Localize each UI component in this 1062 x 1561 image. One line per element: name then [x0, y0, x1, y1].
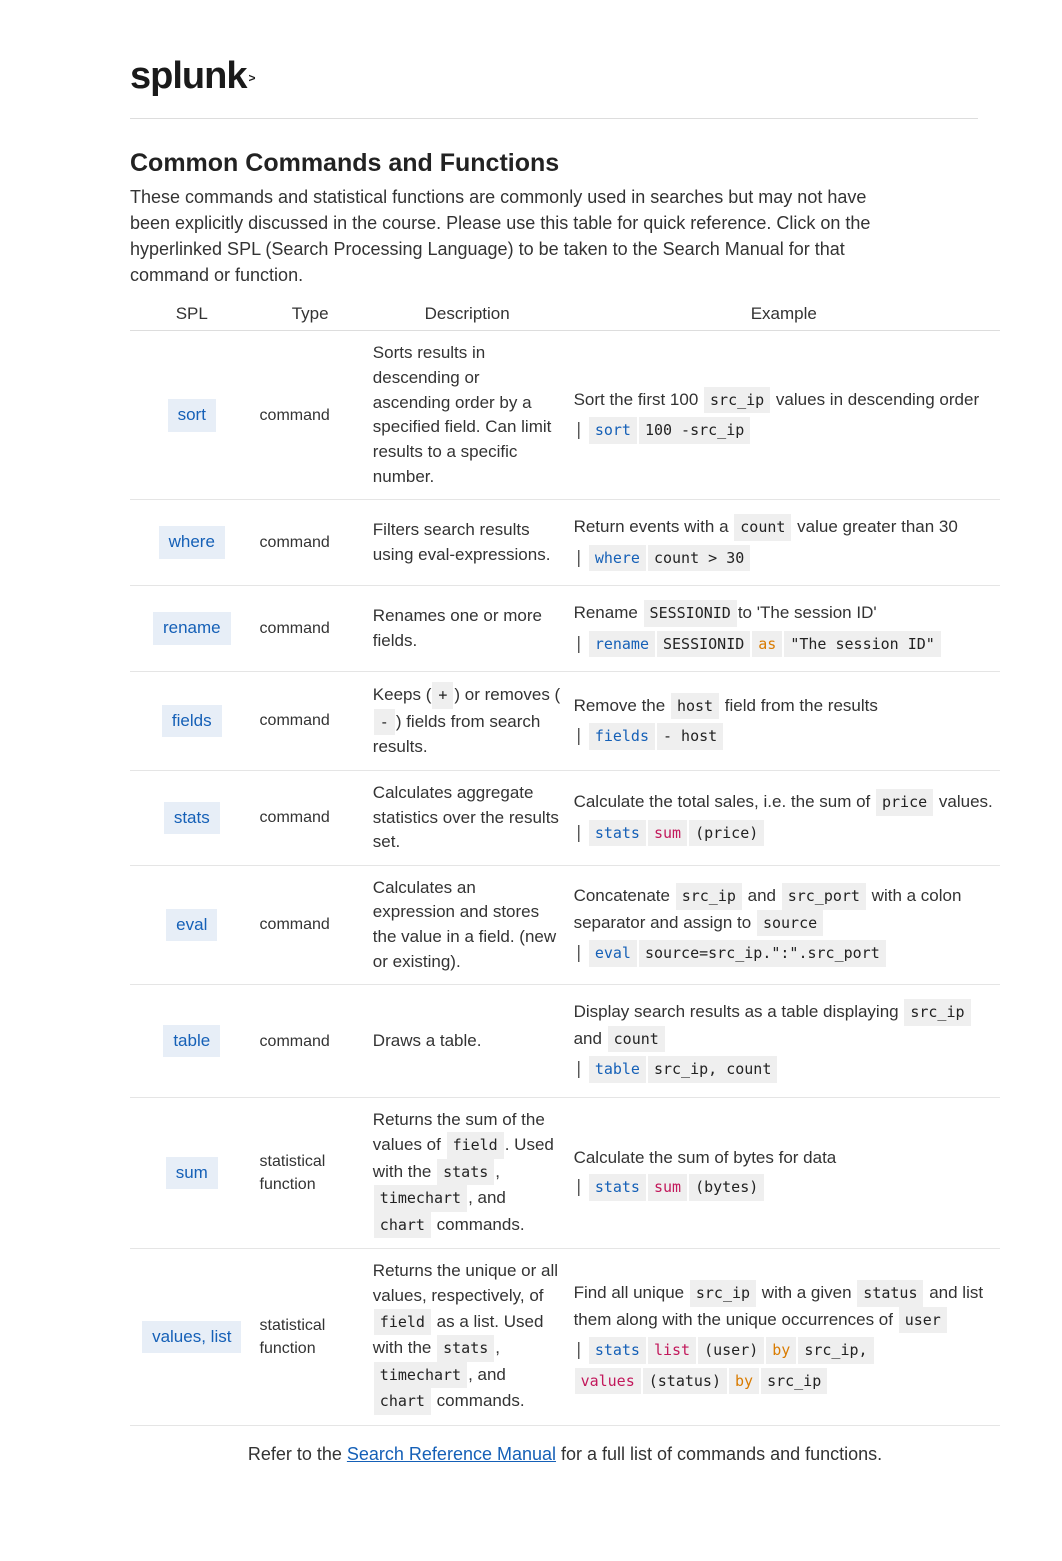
example-cell: Find all unique src_ip with a given stat…	[568, 1249, 1000, 1425]
reference-table: SPL Type Description Example sort command…	[130, 298, 1000, 1425]
spl-link-sum[interactable]: sum	[166, 1157, 218, 1190]
description-cell: Keeps (+) or removes (-) fields from sea…	[367, 672, 568, 771]
description-cell: Sorts results in descending or ascending…	[367, 331, 568, 500]
table-row: table commandDraws a table.Display search…	[130, 985, 1000, 1098]
description-cell: Returns the unique or all values, respec…	[367, 1249, 568, 1425]
example-cell: Concatenate src_ip and src_port with a c…	[568, 865, 1000, 985]
description-cell: Filters search results using eval-expres…	[367, 500, 568, 586]
col-type: Type	[254, 298, 367, 331]
spl-link-eval[interactable]: eval	[166, 909, 217, 942]
description-cell: Draws a table.	[367, 985, 568, 1098]
type-cell: command	[254, 985, 367, 1098]
example-cell: Sort the first 100 src_ip values in desc…	[568, 331, 1000, 500]
table-row: sum statistical functionReturns the sum o…	[130, 1097, 1000, 1249]
type-cell: statistical function	[254, 1097, 367, 1249]
footer-text: Refer to the Search Reference Manual for…	[130, 1444, 1000, 1465]
table-header-row: SPL Type Description Example	[130, 298, 1000, 331]
type-cell: command	[254, 672, 367, 771]
type-cell: command	[254, 865, 367, 985]
example-cell: Display search results as a table displa…	[568, 985, 1000, 1098]
type-cell: command	[254, 331, 367, 500]
col-spl: SPL	[130, 298, 254, 331]
col-desc: Description	[367, 298, 568, 331]
table-row: eval commandCalculates an expression and …	[130, 865, 1000, 985]
example-cell: Return events with a count value greater…	[568, 500, 1000, 586]
spl-link-rename[interactable]: rename	[153, 612, 231, 645]
table-row: sort commandSorts results in descending o…	[130, 331, 1000, 500]
brand-logo: splunk>	[130, 55, 1010, 98]
page-title: Common Commands and Functions	[130, 149, 1010, 178]
intro-text: These commands and statistical functions…	[130, 184, 890, 288]
example-cell: Rename SESSIONIDto 'The session ID'| ren…	[568, 586, 1000, 672]
table-row: fields commandKeeps (+) or removes (-) fi…	[130, 672, 1000, 771]
spl-link-stats[interactable]: stats	[164, 802, 220, 835]
type-cell: command	[254, 586, 367, 672]
description-cell: Returns the sum of the values of field. …	[367, 1097, 568, 1249]
example-cell: Calculate the sum of bytes for data| sta…	[568, 1097, 1000, 1249]
type-cell: statistical function	[254, 1249, 367, 1425]
type-cell: command	[254, 500, 367, 586]
table-row: stats commandCalculates aggregate statist…	[130, 770, 1000, 865]
table-row: rename commandRenames one or more fields.…	[130, 586, 1000, 672]
type-cell: command	[254, 770, 367, 865]
spl-link-sort[interactable]: sort	[168, 399, 216, 432]
example-cell: Remove the host field from the results| …	[568, 672, 1000, 771]
spl-link-fields[interactable]: fields	[162, 705, 222, 738]
table-row: values, list statistical functionReturns …	[130, 1249, 1000, 1425]
table-row: where commandFilters search results using…	[130, 500, 1000, 586]
top-divider	[130, 118, 978, 119]
description-cell: Calculates an expression and stores the …	[367, 865, 568, 985]
spl-link-table[interactable]: table	[163, 1025, 220, 1058]
footer-link[interactable]: Search Reference Manual	[347, 1444, 556, 1464]
col-example: Example	[568, 298, 1000, 331]
spl-link-values-list[interactable]: values, list	[142, 1321, 241, 1354]
spl-link-where[interactable]: where	[159, 526, 225, 559]
description-cell: Renames one or more fields.	[367, 586, 568, 672]
description-cell: Calculates aggregate statistics over the…	[367, 770, 568, 865]
example-cell: Calculate the total sales, i.e. the sum …	[568, 770, 1000, 865]
